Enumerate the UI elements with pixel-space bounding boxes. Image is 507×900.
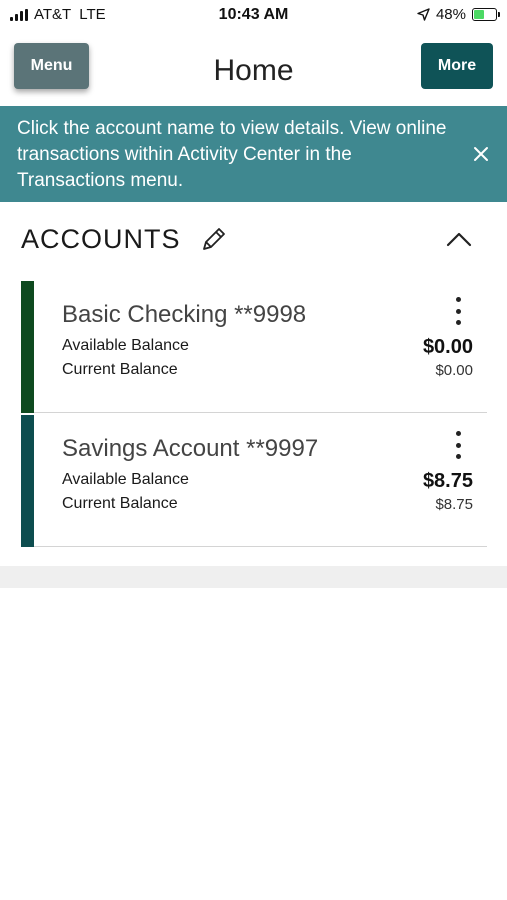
section-divider	[0, 566, 507, 588]
location-arrow-icon	[417, 8, 430, 21]
battery-fill	[474, 10, 485, 19]
account-name-link[interactable]: Savings Account **9997	[62, 435, 318, 463]
accounts-title: ACCOUNTS	[21, 224, 181, 254]
battery-icon	[472, 8, 500, 21]
more-button[interactable]: More	[421, 43, 493, 89]
more-options-icon[interactable]	[449, 295, 467, 327]
account-card-savings: Savings Account **9997 Available Balance…	[21, 415, 487, 547]
more-options-icon[interactable]	[449, 429, 467, 461]
current-balance-value: $8.75	[435, 496, 473, 513]
current-balance-value: $0.00	[435, 362, 473, 379]
account-card-checking: Basic Checking **9998 Available Balance …	[21, 281, 487, 413]
current-balance-label: Current Balance	[62, 361, 178, 378]
info-banner: Click the account name to view details. …	[0, 106, 507, 202]
status-bar: AT&T LTE 10:43 AM 48%	[0, 0, 507, 30]
banner-text: Click the account name to view details. …	[17, 118, 447, 191]
battery-percent: 48%	[435, 6, 466, 23]
available-balance-value: $8.75	[422, 470, 473, 492]
account-accent-bar	[21, 281, 34, 413]
app-header: Menu Home More	[0, 30, 507, 106]
chevron-up-icon[interactable]	[445, 228, 473, 252]
accounts-panel: ACCOUNTS Basic Checking **9998 Available…	[0, 202, 507, 568]
status-right: 48%	[417, 6, 500, 23]
current-balance-label: Current Balance	[62, 495, 178, 512]
available-balance-label: Available Balance	[62, 337, 189, 354]
account-name-link[interactable]: Basic Checking **9998	[62, 301, 306, 329]
account-accent-bar	[21, 415, 34, 547]
accounts-header: ACCOUNTS	[21, 222, 487, 262]
close-icon[interactable]	[469, 142, 493, 166]
available-balance-label: Available Balance	[62, 471, 189, 488]
pencil-icon[interactable]	[199, 224, 229, 254]
available-balance-value: $0.00	[422, 336, 473, 358]
